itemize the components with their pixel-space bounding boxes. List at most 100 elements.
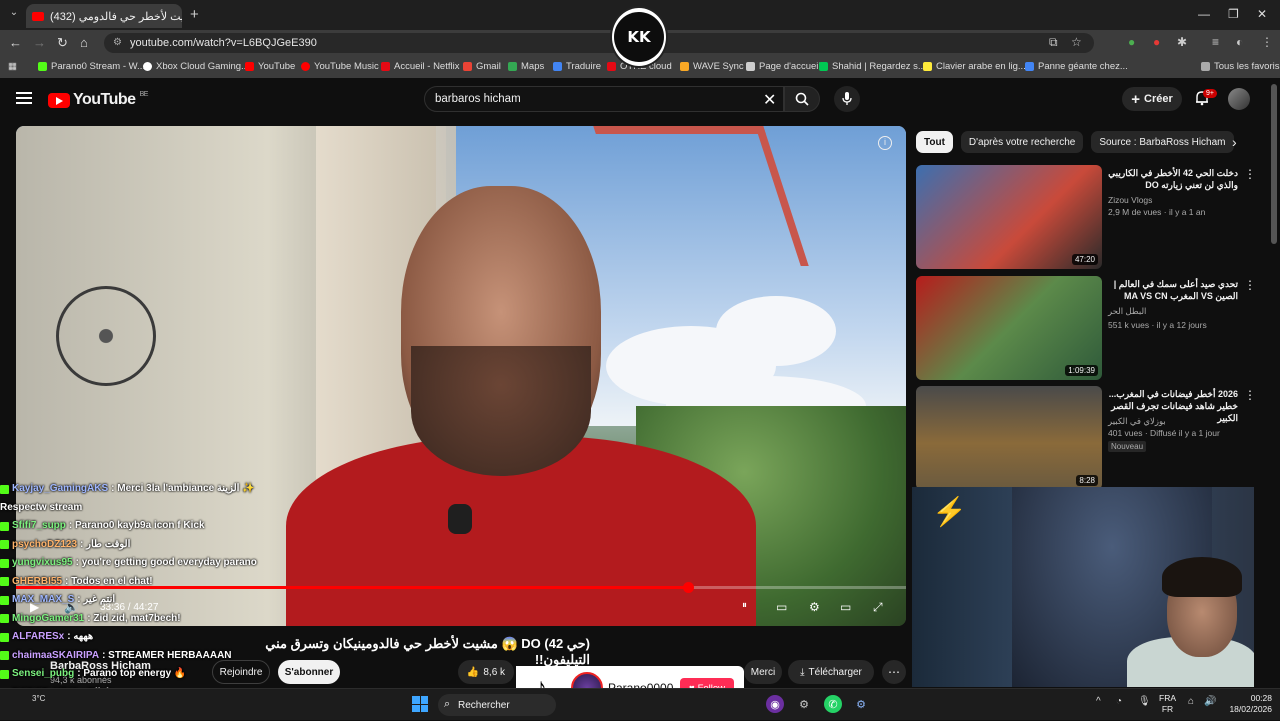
recommended-title[interactable]: دخلت الحي 42 الأخطر في الكاريبي والذي لن…: [1108, 167, 1238, 191]
download-button[interactable]: ⤓ Télécharger: [788, 660, 874, 684]
youtube-play-icon: [48, 92, 70, 108]
site-info-icon[interactable]: ⚙: [113, 37, 122, 48]
chip-all[interactable]: Tout: [916, 131, 953, 153]
reading-list-icon[interactable]: ≡: [1212, 35, 1219, 49]
reload-icon[interactable]: ↻: [57, 35, 68, 51]
webcam-overlay: ⚡: [912, 487, 1254, 687]
tray-chevron-icon[interactable]: ^: [1096, 696, 1101, 707]
cast-icon[interactable]: ⧉: [1049, 35, 1058, 50]
recommended-channel[interactable]: بوزلاي في الكبير: [1108, 416, 1166, 427]
new-tab-button[interactable]: +: [190, 6, 199, 23]
youtube-logo[interactable]: YouTube BE: [48, 91, 148, 109]
forward-icon[interactable]: →: [33, 35, 46, 50]
extension-icon[interactable]: ●: [1153, 35, 1160, 49]
chat-text: : STREAMER HERBAAAAN: [102, 649, 232, 661]
search-input[interactable]: barbaros hicham: [424, 86, 784, 112]
keyboard-language[interactable]: FRA FR: [1159, 693, 1176, 715]
info-icon[interactable]: i: [878, 136, 892, 150]
settings-gear-icon[interactable]: ⚙: [809, 600, 820, 614]
youtube-favicon-icon: [32, 11, 44, 21]
chat-message: chaimaaSKAIRIPA: STREAMER HERBAAAAN: [0, 647, 300, 666]
recommended-meta: 401 vues · Diffusé il y a 1 jour: [1108, 428, 1220, 438]
bookmark-item[interactable]: WAVE Sync: [680, 61, 744, 72]
video-thumbnail[interactable]: 1:09:39: [916, 276, 1102, 380]
page-scrollbar[interactable]: [1271, 84, 1277, 244]
video-thumbnail[interactable]: 47:20: [916, 165, 1102, 269]
recommended-video[interactable]: 1:09:39 تحدي صيد أعلى سمك في العالم | ال…: [916, 276, 1256, 380]
voice-search-button[interactable]: [834, 86, 860, 112]
whatsapp-icon[interactable]: ✆: [824, 695, 842, 713]
fullscreen-icon[interactable]: ⤢: [873, 600, 883, 615]
wifi-tray-icon[interactable]: ⌂: [1188, 696, 1194, 707]
like-count: 8,6 k: [483, 666, 506, 678]
recommended-video[interactable]: 47:20 دخلت الحي 42 الأخطر في الكاريبي وا…: [916, 165, 1256, 269]
theater-mode-icon[interactable]: ▭: [840, 600, 851, 614]
thanks-label: Merci: [750, 666, 776, 678]
bookmark-star-icon[interactable]: ☆: [1071, 35, 1082, 49]
bookmark-item[interactable]: Parano0 Stream - W...: [38, 61, 145, 72]
extensions-puzzle-icon[interactable]: ✱: [1177, 35, 1187, 49]
chat-message: Sfifi7_supp: Parano0 kayb9a icon f Kick: [0, 517, 300, 536]
tab-search-icon[interactable]: ⌄: [7, 7, 21, 21]
back-icon[interactable]: ←: [9, 35, 22, 50]
kick-badge-icon: [0, 651, 9, 661]
like-button[interactable]: 👍 8,6 k: [458, 660, 514, 684]
video-thumbnail[interactable]: 8:28: [916, 386, 1102, 490]
bookmark-item[interactable]: Shahid | Regardez s...: [819, 61, 926, 72]
browser-menu-icon[interactable]: ⋮: [1261, 35, 1273, 49]
progress-scrubber[interactable]: [682, 582, 694, 593]
region-code: BE: [139, 91, 149, 98]
app-icon[interactable]: ⚙: [795, 695, 813, 713]
recommended-channel[interactable]: Zizou Vlogs: [1108, 195, 1152, 205]
bookmark-item[interactable]: Page d'accueil: [746, 61, 821, 72]
chevron-right-icon[interactable]: ›: [1232, 134, 1237, 150]
bookmark-item[interactable]: Gmail: [463, 61, 501, 72]
bookmark-item[interactable]: YouTube Music: [301, 61, 379, 72]
create-button[interactable]: + Créer: [1122, 87, 1182, 111]
bookmark-item[interactable]: Maps: [508, 61, 544, 72]
more-actions-icon[interactable]: ⋯: [882, 660, 906, 684]
restore-icon[interactable]: ❐: [1228, 7, 1239, 21]
minimize-icon[interactable]: —: [1198, 7, 1210, 21]
recommended-title[interactable]: تحدي صيد أعلى سمك في العالم | الصين VS ا…: [1108, 278, 1238, 302]
home-icon[interactable]: ⌂: [80, 35, 88, 50]
chip-source-channel[interactable]: Source : BarbaRoss Hicham: [1091, 131, 1234, 153]
network-tray-icon[interactable]: ◔: [1116, 696, 1122, 707]
bookmark-item[interactable]: Panne géante chez...: [1025, 61, 1128, 72]
bookmark-item[interactable]: Clavier arabe en lig...: [923, 61, 1026, 72]
close-window-icon[interactable]: ✕: [1257, 7, 1267, 21]
account-avatar[interactable]: [1228, 88, 1250, 110]
taskbar-clock[interactable]: 00:28 18/02/2026: [1216, 693, 1272, 715]
clear-search-icon[interactable]: ✕: [763, 90, 776, 110]
bookmark-item[interactable]: Xbox Cloud Gaming...: [143, 61, 249, 72]
windows-start-icon[interactable]: [412, 696, 428, 712]
taskbar-search-input[interactable]: ⌕ Rechercher: [438, 694, 556, 716]
profile-icon[interactable]: ◐: [1236, 35, 1243, 49]
extension-icon[interactable]: ●: [1128, 35, 1135, 49]
more-options-icon[interactable]: ⋮: [1244, 167, 1256, 181]
apps-grid-icon[interactable]: ▦: [8, 61, 17, 72]
more-options-icon[interactable]: ⋮: [1244, 278, 1256, 292]
bookmark-item[interactable]: Traduire: [553, 61, 601, 72]
menu-hamburger-icon[interactable]: [16, 92, 32, 104]
url-input[interactable]: ⚙ youtube.com/watch?v=L6BQJGeE390: [104, 33, 1094, 53]
search-button[interactable]: [784, 86, 820, 112]
discord-icon[interactable]: ◉: [766, 695, 784, 713]
chat-text: : انتم غير: [77, 594, 116, 605]
recommended-channel[interactable]: البطل الحر: [1108, 306, 1146, 317]
thanks-button[interactable]: Merci: [744, 660, 782, 684]
weather-widget[interactable]: 3°C: [32, 694, 45, 703]
browser-tab-active[interactable]: (432) مشيت لأخطر حي فالدومي ✕: [26, 4, 182, 28]
settings-icon[interactable]: ⚙: [852, 695, 870, 713]
more-options-icon[interactable]: ⋮: [1244, 388, 1256, 402]
pause-icon[interactable]: ⏸: [742, 600, 747, 611]
bookmark-item[interactable]: YouTube: [245, 61, 295, 72]
chat-text: : Parano top energy 🔥: [77, 668, 187, 679]
speaker-tray-icon[interactable]: 🔊: [1204, 696, 1216, 707]
all-favorites-folder[interactable]: Tous les favoris: [1201, 61, 1279, 72]
bookmark-item[interactable]: Accueil - Netflix: [381, 61, 459, 72]
chip-search-related[interactable]: D'après votre recherche: [960, 131, 1084, 153]
microphone-tray-icon[interactable]: 🎙: [1138, 696, 1151, 707]
subtitles-icon[interactable]: ▭: [776, 600, 787, 614]
recommended-video[interactable]: 8:28 2026 أخطر فيضانات في المغرب... خطير…: [916, 386, 1256, 490]
